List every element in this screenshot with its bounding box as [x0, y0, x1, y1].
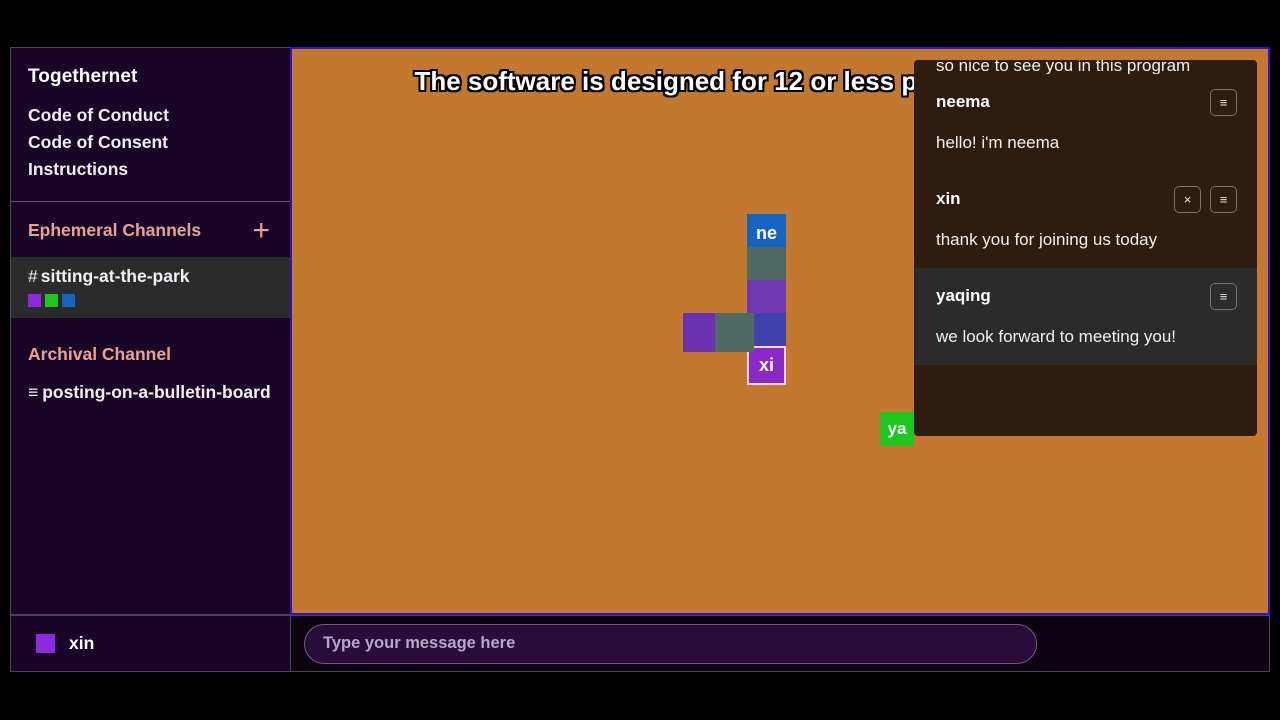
chat-message-header: yaqing ≡ — [936, 282, 1237, 310]
chat-message-menu-button[interactable]: ≡ — [1210, 185, 1237, 213]
ephemeral-channels-header: Ephemeral Channels + — [11, 202, 290, 257]
avatar-tile-label: ne — [755, 223, 777, 243]
chat-message-menu-button[interactable]: ≡ — [1210, 88, 1237, 116]
chat-message-header: neema ≡ — [936, 88, 1237, 116]
chat-message-yaqing[interactable]: yaqing ≡ we look forward to meeting you! — [914, 268, 1257, 365]
room-canvas[interactable]: The software is designed for 12 or less … — [290, 47, 1270, 615]
chat-message-close-button[interactable]: × — [1174, 185, 1201, 213]
archival-channel-title: Archival Channel — [28, 344, 171, 364]
chat-message-text: thank you for joining us today — [936, 230, 1158, 249]
nav-link-instructions[interactable]: Instructions — [28, 156, 290, 183]
nav-link-code-of-consent[interactable]: Code of Consent — [28, 129, 290, 156]
avatar-tile-empty[interactable] — [715, 313, 754, 352]
nav-link-code-of-conduct[interactable]: Code of Conduct — [28, 102, 290, 129]
current-user-swatch — [36, 634, 55, 653]
app-window: Togethernet Code of Conduct Code of Cons… — [10, 47, 1270, 672]
app-title: Togethernet — [28, 66, 138, 87]
chat-message-menu-button[interactable]: ≡ — [1210, 282, 1237, 310]
main-area: Togethernet Code of Conduct Code of Cons… — [10, 47, 1270, 615]
participant-swatch — [62, 294, 75, 307]
add-channel-icon[interactable]: + — [252, 215, 270, 245]
chat-message-author: neema — [936, 92, 990, 111]
chat-message-text: hello! i'm neema — [936, 133, 1060, 152]
sidebar-header: Togethernet Code of Conduct Code of Cons… — [11, 48, 290, 202]
channel-name-row: # sitting-at-the-park — [28, 266, 273, 287]
avatar-tile-label: ya — [887, 419, 907, 438]
ephemeral-channels-title: Ephemeral Channels — [28, 220, 202, 240]
chat-message-author: yaqing — [936, 286, 991, 305]
archival-channel-label: posting-on-a-bulletin-board — [42, 382, 271, 402]
archival-channel-header: Archival Channel — [11, 318, 290, 379]
current-user-bar[interactable]: xin — [10, 615, 290, 672]
sidebar-channel-sitting-at-the-park[interactable]: # sitting-at-the-park — [11, 257, 290, 318]
compose-bar — [290, 615, 1270, 672]
chat-overlay-panel[interactable]: so nice to see you in this program neema… — [914, 60, 1257, 436]
avatar-tile-label: xi — [758, 355, 774, 375]
chat-message-text: we look forward to meeting you! — [936, 327, 1177, 346]
chat-message-header: xin × ≡ — [936, 185, 1237, 213]
sidebar-channel-posting-on-a-bulletin-board[interactable]: ≡ posting-on-a-bulletin-board — [11, 379, 290, 406]
chat-message-neema[interactable]: neema ≡ hello! i'm neema — [914, 74, 1257, 171]
chat-clipped-top-text: so nice to see you in this program — [936, 60, 1191, 74]
participant-swatch — [45, 294, 58, 307]
sidebar: Togethernet Code of Conduct Code of Cons… — [10, 47, 290, 615]
participant-swatch — [28, 294, 41, 307]
channel-label: sitting-at-the-park — [40, 266, 190, 286]
hash-icon: # — [28, 266, 38, 286]
chat-message-xin[interactable]: xin × ≡ thank you for joining us today — [914, 171, 1257, 268]
bottom-bar: xin — [10, 615, 1270, 672]
list-icon: ≡ — [28, 382, 39, 402]
current-user-name: xin — [69, 633, 95, 653]
avatar-tile-ya[interactable]: ya — [880, 412, 914, 446]
channel-participant-swatches — [28, 294, 273, 307]
chat-message-author: xin — [936, 189, 961, 208]
message-input[interactable] — [304, 623, 1037, 664]
